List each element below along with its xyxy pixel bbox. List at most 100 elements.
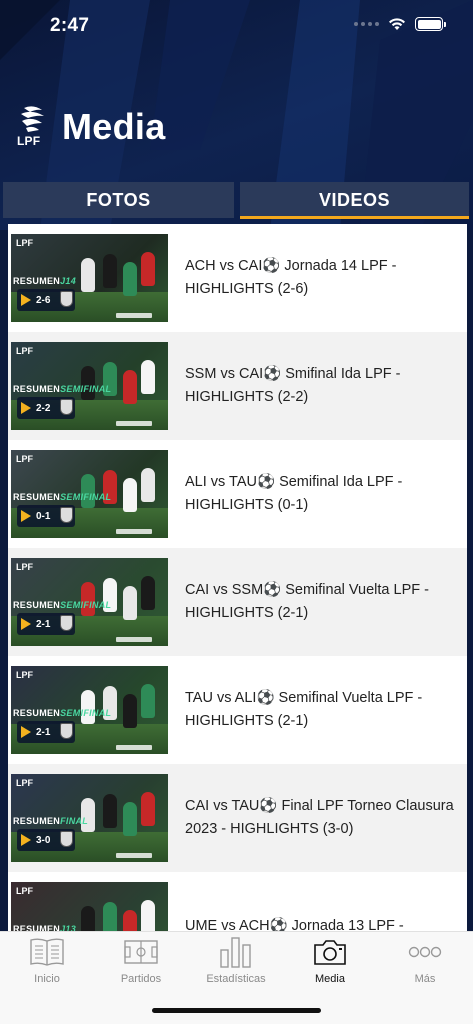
tabbar-item-mas[interactable]: Más xyxy=(378,932,472,992)
resumen-label: RESUMEN xyxy=(13,924,61,931)
thumbnail-player xyxy=(141,468,155,502)
video-thumbnail[interactable]: LPF RESUMENJ13 xyxy=(11,882,168,931)
team-crest-icon xyxy=(60,723,73,739)
thumbnail-logo: LPF xyxy=(16,454,33,464)
play-icon xyxy=(21,726,31,738)
resumen-tag: SEMIFINAL xyxy=(60,600,112,610)
thumbnail-logo: LPF xyxy=(16,238,33,248)
resumen-label: RESUMEN xyxy=(13,384,61,394)
video-list-item[interactable]: LPF RESUMENSEMIFINAL 2-1 CAI vs SSM⚽ Semifi… xyxy=(8,548,467,656)
sponsor-strip xyxy=(116,529,152,534)
status-bar: 2:47 xyxy=(0,0,473,54)
video-title: ACH vs CAI⚽ Jornada 14 LPF - HIGHLIGHTS … xyxy=(185,258,397,297)
status-icons xyxy=(354,17,446,31)
thumbnail-player xyxy=(103,794,117,828)
tab-fotos[interactable]: FOTOS xyxy=(3,182,234,218)
thumbnail-score: 2-1 xyxy=(36,726,51,738)
thumbnail-player xyxy=(141,576,155,610)
thumbnail-player xyxy=(123,694,137,728)
thumbnail-player xyxy=(141,684,155,718)
battery-icon xyxy=(415,17,446,31)
team-crest-icon xyxy=(60,399,73,415)
tabbar-item-estadisticas[interactable]: Estadísticas xyxy=(189,932,283,992)
team-crest-icon xyxy=(60,831,73,847)
tabbar-label: Inicio xyxy=(34,973,60,985)
wifi-icon xyxy=(389,18,405,30)
video-list-item[interactable]: LPF RESUMENSEMIFINAL 2-1 TAU vs ALI⚽ Semifi… xyxy=(8,656,467,764)
thumbnail-player xyxy=(81,366,95,400)
resumen-tag: SEMIFINAL xyxy=(60,492,112,502)
video-thumbnail[interactable]: LPF RESUMENSEMIFINAL 2-1 xyxy=(11,558,168,646)
thumbnail-player xyxy=(81,582,95,616)
page-title: Media xyxy=(62,106,166,147)
thumbnail-player xyxy=(141,360,155,394)
video-title: UME vs ACH⚽ Jornada 13 LPF - xyxy=(185,917,404,932)
resumen-label: RESUMEN xyxy=(13,600,61,610)
thumbnail-player xyxy=(103,902,117,931)
thumbnail-player xyxy=(141,252,155,286)
thumbnail-player xyxy=(81,798,95,832)
resumen-label: RESUMEN xyxy=(13,816,61,826)
resumen-tag: FINAL xyxy=(60,816,89,826)
video-thumbnail[interactable]: LPF RESUMENSEMIFINAL 2-1 xyxy=(11,666,168,754)
play-icon xyxy=(21,402,31,414)
tabbar-item-inicio[interactable]: Inicio xyxy=(0,932,94,992)
video-title: SSM vs CAI⚽ Smifinal Ida LPF - HIGHLIGHT… xyxy=(185,366,401,405)
resumen-tag: J14 xyxy=(60,276,77,286)
thumbnail-player xyxy=(123,370,137,404)
book-icon xyxy=(29,936,65,968)
play-icon xyxy=(21,618,31,630)
sponsor-strip xyxy=(116,313,152,318)
resumen-tag: SEMIFINAL xyxy=(60,708,112,718)
home-indicator[interactable] xyxy=(152,1008,321,1013)
video-list-item[interactable]: LPF RESUMENJ14 2-6 ACH vs CAI⚽ Jornada 14 L… xyxy=(8,224,467,332)
thumbnail-logo: LPF xyxy=(16,778,33,788)
tabbar-label: Estadísticas xyxy=(206,973,266,985)
video-list-item[interactable]: LPF RESUMENSEMIFINAL 2-2 SSM vs CAI⚽ Smifin… xyxy=(8,332,467,440)
play-icon xyxy=(21,510,31,522)
thumbnail-resumen: RESUMENSEMIFINAL xyxy=(13,708,111,718)
team-crest-icon xyxy=(60,507,73,523)
video-list-item[interactable]: LPF RESUMENSEMIFINAL 0-1 ALI vs TAU⚽ Semifi… xyxy=(8,440,467,548)
thumbnail-logo: LPF xyxy=(16,670,33,680)
video-thumbnail[interactable]: LPF RESUMENJ14 2-6 xyxy=(11,234,168,322)
sponsor-strip xyxy=(116,421,152,426)
play-icon xyxy=(21,294,31,306)
active-tab-indicator xyxy=(240,216,469,219)
tab-videos[interactable]: VIDEOS xyxy=(240,182,469,218)
lpf-logo: LPF xyxy=(17,104,48,150)
cellular-signal-icon xyxy=(354,22,379,26)
thumbnail-logo: LPF xyxy=(16,346,33,356)
video-title: CAI vs SSM⚽ Semifinal Vuelta LPF - HIGHL… xyxy=(185,582,429,621)
thumbnail-score: 2-2 xyxy=(36,402,51,414)
thumbnail-resumen: RESUMENSEMIFINAL xyxy=(13,492,111,502)
field-icon xyxy=(123,936,159,968)
play-icon xyxy=(21,834,31,846)
thumbnail-resumen: RESUMENJ14 xyxy=(13,276,76,286)
sponsor-strip xyxy=(116,853,152,858)
thumbnail-score: 3-0 xyxy=(36,834,51,846)
thumbnail-player xyxy=(141,792,155,826)
tabbar-item-partidos[interactable]: Partidos xyxy=(94,932,188,992)
resumen-label: RESUMEN xyxy=(13,492,61,502)
thumbnail-resumen: RESUMENFINAL xyxy=(13,816,88,826)
logo-text: LPF xyxy=(17,134,41,148)
tabbar-label: Partidos xyxy=(120,973,162,985)
thumbnail-player xyxy=(123,586,137,620)
resumen-label: RESUMEN xyxy=(13,276,61,286)
thumbnail-player xyxy=(141,900,155,931)
tabbar-item-media[interactable]: Media xyxy=(283,932,377,992)
video-thumbnail[interactable]: LPF RESUMENFINAL 3-0 xyxy=(11,774,168,862)
video-thumbnail[interactable]: LPF RESUMENSEMIFINAL 2-2 xyxy=(11,342,168,430)
video-list-item[interactable]: LPF RESUMENFINAL 3-0 CAI vs TAU⚽ Final LPF … xyxy=(8,764,467,872)
status-time: 2:47 xyxy=(50,15,90,36)
video-title: CAI vs TAU⚽ Final LPF Torneo Clausura 20… xyxy=(185,798,454,837)
team-crest-icon xyxy=(60,615,73,631)
thumbnail-player xyxy=(81,258,95,292)
video-list-item[interactable]: LPF RESUMENJ13 UME vs ACH⚽ Jornada 13 LPF … xyxy=(8,872,467,931)
sponsor-strip xyxy=(116,745,152,750)
thumbnail-player xyxy=(123,262,137,296)
video-list[interactable]: LPF RESUMENJ14 2-6 ACH vs CAI⚽ Jornada 14 L… xyxy=(8,224,467,931)
video-thumbnail[interactable]: LPF RESUMENSEMIFINAL 0-1 xyxy=(11,450,168,538)
thumbnail-resumen: RESUMENJ13 xyxy=(13,924,76,931)
